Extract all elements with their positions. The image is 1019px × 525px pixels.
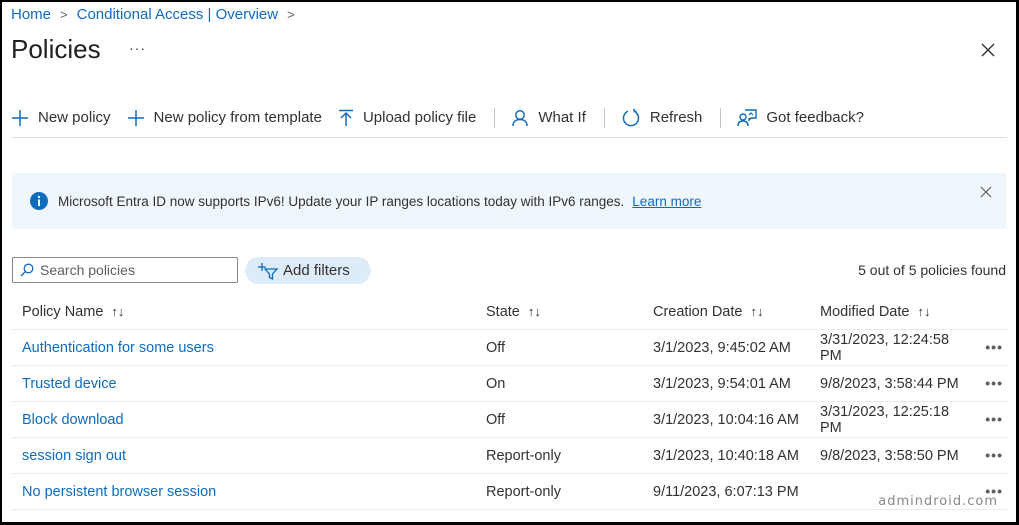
column-header-creation-date[interactable]: Creation Date ↑↓ bbox=[642, 304, 809, 320]
policy-state: Off bbox=[486, 339, 506, 356]
what-if-label: What If bbox=[538, 109, 586, 126]
creation-date: 3/1/2023, 9:54:01 AM bbox=[653, 375, 791, 392]
column-header-state[interactable]: State ↑↓ bbox=[476, 304, 642, 320]
what-if-button[interactable]: What If bbox=[511, 109, 586, 127]
policy-name-link[interactable]: No persistent browser session bbox=[22, 484, 216, 500]
sort-icon[interactable]: ↑↓ bbox=[111, 304, 124, 319]
breadcrumb: Home > Conditional Access | Overview > bbox=[11, 6, 304, 23]
table-row: Authentication for some users Off 3/1/20… bbox=[12, 330, 1007, 366]
new-policy-from-template-button[interactable]: New policy from template bbox=[127, 109, 322, 127]
creation-date: 3/1/2023, 10:04:16 AM bbox=[653, 411, 799, 428]
modified-date: 9/8/2023, 3:58:50 PM bbox=[820, 447, 959, 464]
policies-blade: Home > Conditional Access | Overview > P… bbox=[2, 2, 1016, 522]
search-input[interactable] bbox=[40, 262, 230, 278]
refresh-label: Refresh bbox=[649, 109, 703, 126]
modified-date: 3/31/2023, 12:24:58 PM bbox=[820, 331, 950, 364]
policy-state: Report-only bbox=[486, 447, 561, 464]
sort-icon[interactable]: ↑↓ bbox=[750, 304, 763, 319]
plus-icon bbox=[127, 109, 144, 126]
add-filters-label: Add filters bbox=[283, 262, 350, 279]
upload-label: Upload policy file bbox=[362, 109, 477, 126]
policy-name-link[interactable]: Authentication for some users bbox=[22, 340, 214, 356]
breadcrumb-conditional-access[interactable]: Conditional Access | Overview bbox=[77, 6, 278, 23]
info-banner: Microsoft Entra ID now supports IPv6! Up… bbox=[12, 173, 1006, 229]
info-icon bbox=[30, 192, 48, 210]
policies-table: Policy Name ↑↓ State ↑↓ Creation Date ↑↓ Mo… bbox=[12, 294, 1007, 510]
learn-more-link[interactable]: Learn more bbox=[632, 194, 701, 209]
policy-state: Report-only bbox=[486, 483, 561, 500]
toolbar-divider bbox=[603, 107, 605, 128]
sort-icon[interactable]: ↑↓ bbox=[528, 304, 541, 319]
refresh-button[interactable]: Refresh bbox=[621, 108, 703, 128]
new-from-template-label: New policy from template bbox=[153, 109, 322, 126]
breadcrumb-home[interactable]: Home bbox=[11, 6, 51, 23]
policy-name-link[interactable]: Trusted device bbox=[22, 376, 117, 392]
search-box[interactable] bbox=[12, 257, 238, 283]
modified-date: 9/8/2023, 3:58:44 PM bbox=[820, 375, 959, 392]
policy-name-link[interactable]: Block download bbox=[22, 412, 124, 428]
new-policy-button[interactable]: New policy bbox=[11, 109, 111, 127]
close-icon[interactable] bbox=[980, 42, 996, 58]
creation-date: 9/11/2023, 6:07:13 PM bbox=[653, 483, 799, 500]
row-more-icon[interactable]: ••• bbox=[985, 375, 1003, 391]
table-row: No persistent browser session Report-onl… bbox=[12, 474, 1007, 510]
sort-icon[interactable]: ↑↓ bbox=[917, 304, 930, 319]
toolbar-divider bbox=[494, 107, 496, 128]
more-options-button[interactable]: ··· bbox=[129, 40, 146, 56]
upload-policy-file-button[interactable]: Upload policy file bbox=[338, 109, 476, 127]
person-icon bbox=[512, 109, 529, 126]
refresh-icon bbox=[622, 108, 640, 126]
table-row: Trusted device On 3/1/2023, 9:54:01 AM 9… bbox=[12, 366, 1007, 402]
search-icon bbox=[20, 263, 34, 277]
policy-name-link[interactable]: session sign out bbox=[22, 448, 126, 464]
row-more-icon[interactable]: ••• bbox=[985, 339, 1003, 355]
modified-date: 3/31/2023, 12:25:18 PM bbox=[820, 403, 950, 436]
feedback-button[interactable]: Got feedback? bbox=[737, 108, 864, 128]
policy-state: On bbox=[486, 375, 506, 392]
table-row: session sign out Report-only 3/1/2023, 1… bbox=[12, 438, 1007, 474]
upload-icon bbox=[338, 109, 353, 126]
toolbar-divider bbox=[720, 107, 722, 128]
result-count: 5 out of 5 policies found bbox=[858, 262, 1006, 278]
table-header: Policy Name ↑↓ State ↑↓ Creation Date ↑↓ Mo… bbox=[12, 294, 1007, 330]
feedback-label: Got feedback? bbox=[766, 109, 864, 126]
chevron-right-icon: > bbox=[60, 7, 68, 22]
new-policy-label: New policy bbox=[38, 109, 111, 126]
row-more-icon[interactable]: ••• bbox=[985, 411, 1003, 427]
watermark: admindroid.com bbox=[878, 494, 998, 509]
table-row: Block download Off 3/1/2023, 10:04:16 AM… bbox=[12, 402, 1007, 438]
feedback-icon bbox=[737, 108, 758, 126]
column-header-policy-name[interactable]: Policy Name ↑↓ bbox=[12, 304, 476, 320]
creation-date: 3/1/2023, 9:45:02 AM bbox=[653, 339, 791, 356]
page-title: Policies bbox=[11, 34, 101, 64]
chevron-right-icon: > bbox=[287, 7, 295, 22]
add-filter-icon bbox=[258, 262, 279, 280]
plus-icon bbox=[12, 109, 28, 126]
row-more-icon[interactable]: ••• bbox=[985, 447, 1003, 463]
policy-state: Off bbox=[486, 411, 506, 428]
add-filters-button[interactable]: Add filters bbox=[245, 257, 371, 284]
creation-date: 3/1/2023, 10:40:18 AM bbox=[653, 447, 799, 464]
column-header-modified-date[interactable]: Modified Date ↑↓ bbox=[809, 304, 969, 320]
command-bar: New policy New policy from template Uplo… bbox=[11, 106, 1007, 138]
dismiss-icon[interactable] bbox=[980, 186, 992, 198]
banner-message: Microsoft Entra ID now supports IPv6! Up… bbox=[58, 193, 625, 209]
